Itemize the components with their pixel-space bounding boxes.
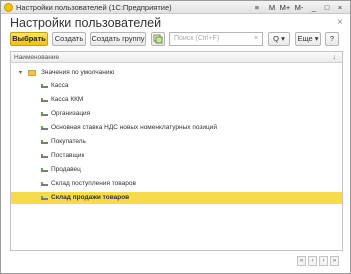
settings-table[interactable]: Наименование ↓ ▾ Значения по умолчанию К… (10, 51, 343, 251)
nav-last-button[interactable]: » (330, 256, 339, 266)
column-header-label: Наименование (14, 54, 60, 61)
memory-plus-button[interactable]: M+ (278, 2, 292, 13)
create-group-button[interactable]: Создать группу (90, 32, 146, 46)
table-row[interactable]: Покупатель (11, 136, 342, 148)
minimize-button[interactable]: _ (308, 2, 320, 13)
create-button[interactable]: Создать (52, 32, 86, 46)
table-row[interactable]: Склад поступления товаров (11, 178, 342, 190)
row-label: Поставщик (51, 152, 85, 159)
tree-group-row[interactable]: ▾ Значения по умолчанию (11, 67, 342, 79)
setting-item-icon (41, 98, 48, 102)
row-label: Продавец (51, 166, 81, 173)
table-row[interactable]: Основная ставка НДС новых номенклатурных… (11, 122, 342, 134)
setting-item-icon (41, 168, 48, 172)
title-bar: Настройки пользователей (1С:Предприятие)… (1, 1, 350, 14)
setting-item-icon (41, 196, 48, 200)
table-row[interactable]: Продавец (11, 164, 342, 176)
menu-icon[interactable]: ≡ (252, 2, 262, 13)
close-window-button[interactable]: × (334, 2, 346, 13)
app-logo-icon (4, 3, 13, 12)
folder-icon (28, 70, 36, 76)
select-button[interactable]: Выбрать (10, 32, 48, 46)
table-row[interactable]: Касса ККМ (11, 94, 342, 106)
table-row[interactable]: Организация (11, 108, 342, 120)
copy-icon (153, 34, 163, 44)
window: Настройки пользователей (1С:Предприятие)… (0, 0, 351, 274)
sort-arrow-icon: ↓ (332, 54, 337, 61)
memory-button[interactable]: M (266, 2, 278, 13)
table-row[interactable]: Касса (11, 80, 342, 92)
search-input[interactable]: Поиск (Ctrl+F) (169, 32, 263, 46)
memory-minus-button[interactable]: M- (292, 2, 306, 13)
setting-item-icon (41, 112, 48, 116)
window-title: Настройки пользователей (1С:Предприятие) (16, 3, 172, 12)
row-label: Склад продажи товаров (51, 194, 130, 201)
row-label: Склад поступления товаров (51, 180, 136, 187)
nav-next-button[interactable]: › (319, 256, 328, 266)
row-label: Касса ККМ (51, 96, 84, 103)
more-button[interactable]: Еще ▾ (295, 32, 321, 46)
copy-button[interactable] (151, 32, 165, 46)
help-button[interactable]: ? (325, 32, 339, 46)
expand-arrow-icon[interactable]: ▾ (19, 67, 22, 79)
setting-item-icon (41, 154, 48, 158)
row-label: Основная ставка НДС новых номенклатурных… (51, 124, 217, 131)
setting-item-icon (41, 140, 48, 144)
find-button[interactable]: Q ▾ (268, 32, 290, 46)
table-row[interactable]: Поставщик (11, 150, 342, 162)
row-label: Организация (51, 110, 91, 117)
table-row-selected[interactable]: Склад продажи товаров (11, 192, 342, 204)
search-clear-icon[interactable]: × (254, 32, 262, 46)
column-header-name[interactable]: Наименование ↓ (11, 52, 342, 63)
setting-item-icon (41, 84, 48, 88)
nav-first-button[interactable]: « (297, 256, 306, 266)
group-label: Значения по умолчанию (41, 69, 115, 76)
setting-item-icon (41, 126, 48, 130)
close-form-icon[interactable]: × (337, 17, 343, 28)
page-title: Настройки пользователей (10, 16, 162, 30)
setting-item-icon (41, 182, 48, 186)
maximize-button[interactable]: □ (321, 2, 333, 13)
nav-prev-button[interactable]: ‹ (308, 256, 317, 266)
row-label: Касса (51, 82, 69, 89)
row-label: Покупатель (51, 138, 86, 145)
